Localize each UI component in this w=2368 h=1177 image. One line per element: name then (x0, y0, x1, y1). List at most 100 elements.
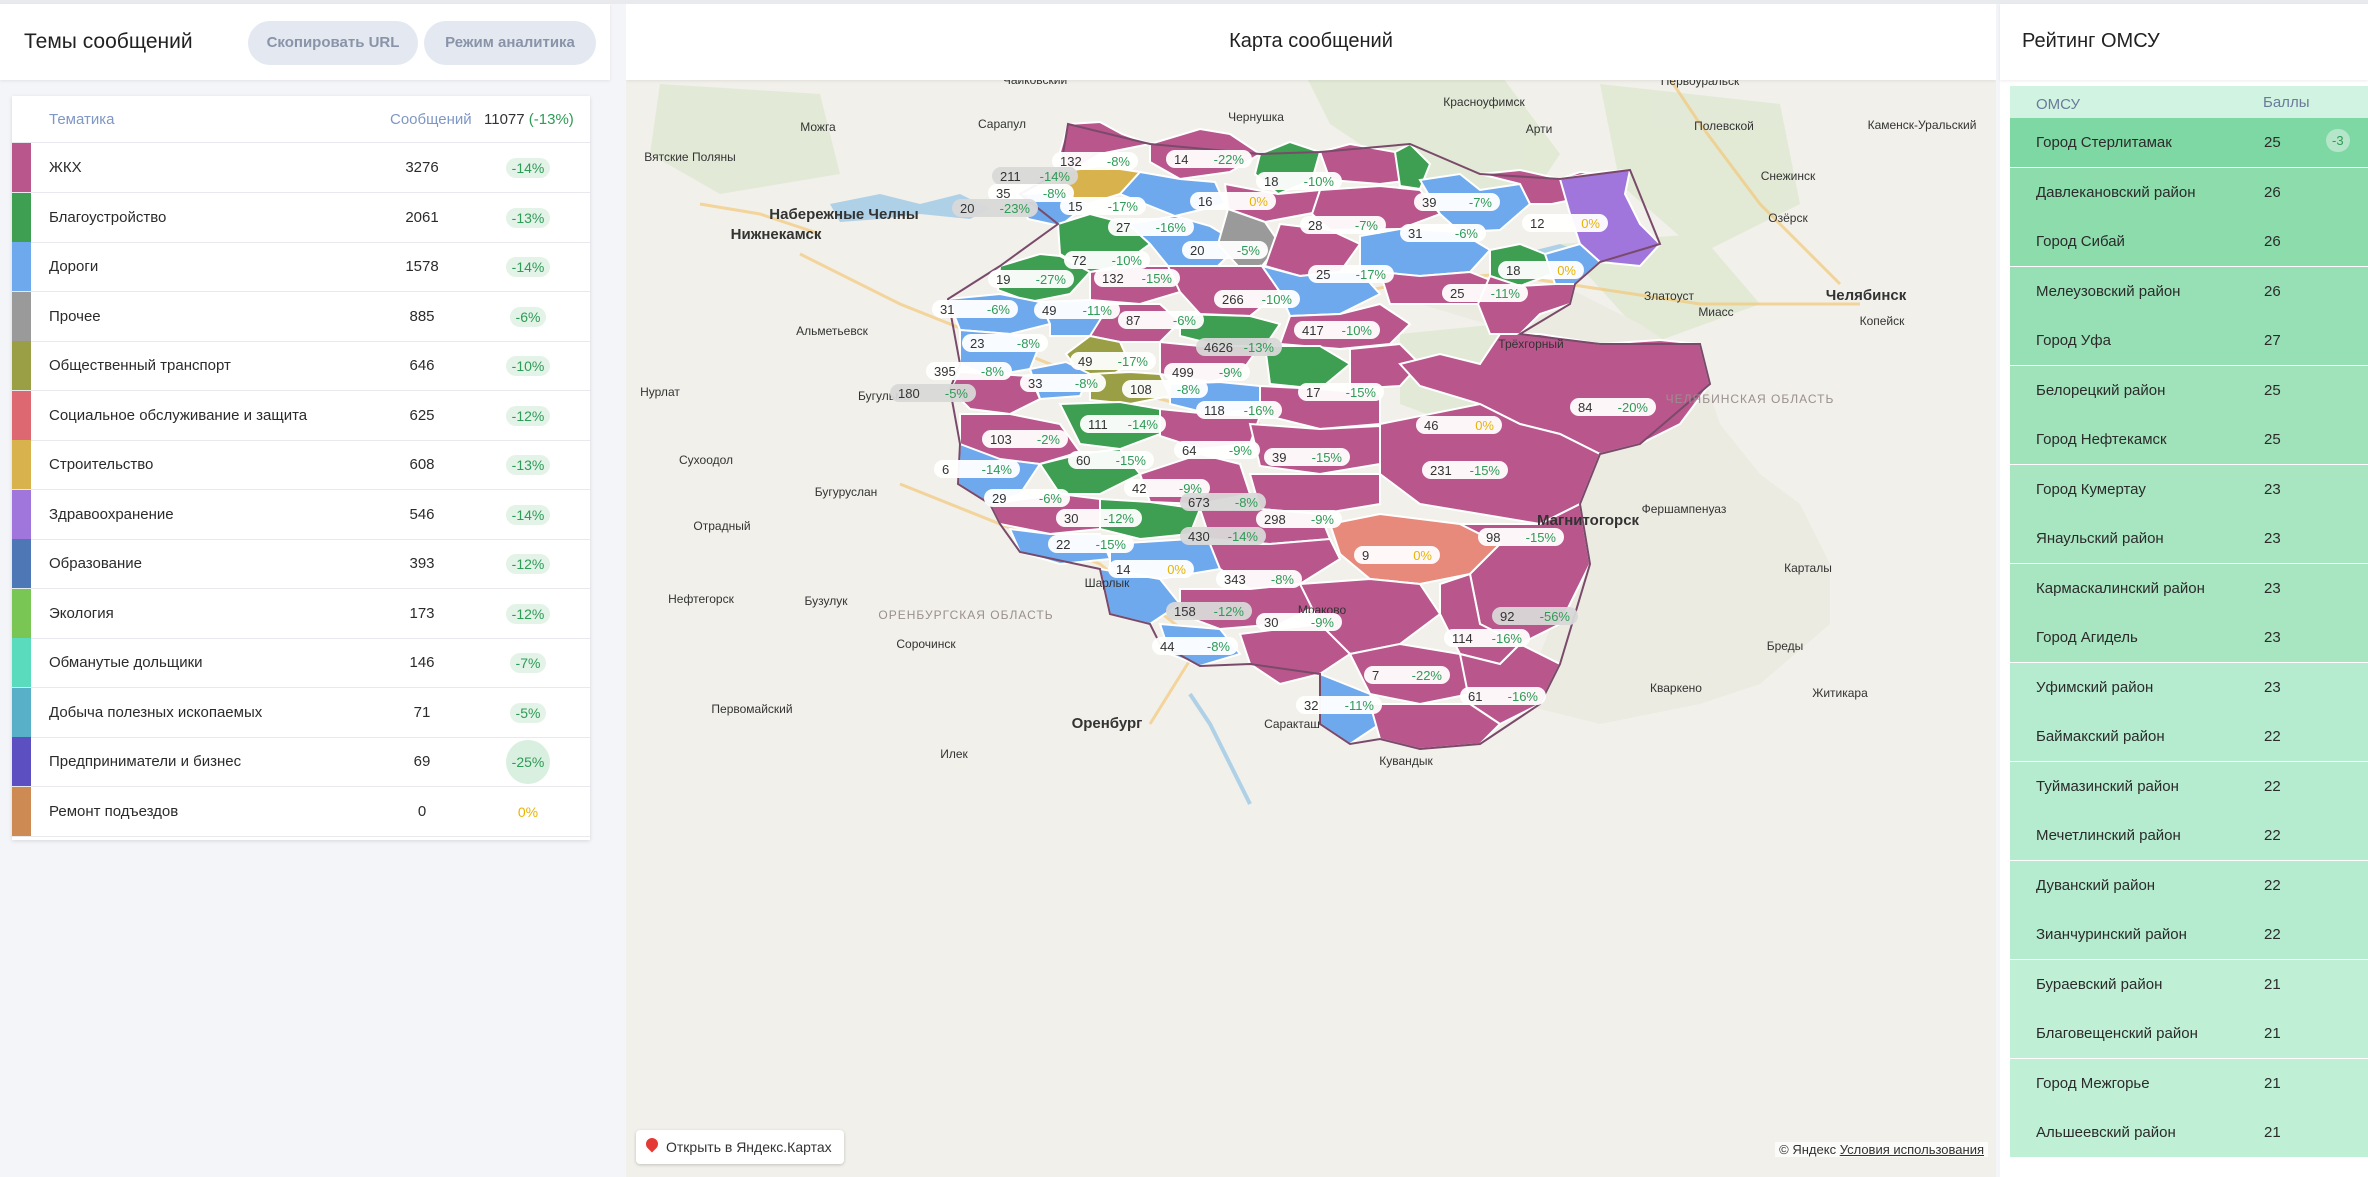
rating-row[interactable]: Город Кумертау 23 (2010, 464, 2368, 515)
region-message-label[interactable]: 25 -11% (1442, 284, 1528, 302)
column-header-omsu[interactable]: ОМСУ (2036, 96, 2080, 113)
topic-row[interactable]: Обманутые дольщики 146 -7% (12, 638, 590, 688)
rating-row[interactable]: Мелеузовский район 26 (2010, 266, 2368, 317)
region-message-label[interactable]: 132 -15% (1094, 269, 1180, 287)
open-in-yandex-maps-button[interactable]: Открыть в Яндекс.Картах (636, 1130, 844, 1164)
region-message-label[interactable]: 46 0% (1416, 416, 1502, 434)
topic-row[interactable]: Ремонт подъездов 0 0% (12, 786, 590, 837)
topic-row[interactable]: Экология 173 -12% (12, 588, 590, 639)
rating-row[interactable]: Город Сибай 26 (2010, 217, 2368, 267)
analyst-mode-button[interactable]: Режим аналитика (424, 21, 596, 65)
column-header-theme[interactable]: Тематика (49, 111, 114, 128)
topic-row[interactable]: Дороги 1578 -14% (12, 242, 590, 292)
region-message-label[interactable]: 18 -10% (1256, 172, 1342, 190)
topic-row[interactable]: Прочее 885 -6% (12, 291, 590, 342)
topic-row[interactable]: Предприниматели и бизнес 69 -25% (12, 737, 590, 787)
region-message-label[interactable]: 61 -16% (1460, 687, 1546, 705)
region-message-label[interactable]: 84 -20% (1570, 398, 1656, 416)
region-message-label[interactable]: 118 -16% (1196, 401, 1282, 419)
region-message-label[interactable]: 44 -8% (1152, 637, 1238, 655)
region-message-label[interactable]: 14 0% (1108, 560, 1194, 578)
rating-row[interactable]: Давлекановский район 26 (2010, 167, 2368, 218)
region-message-label[interactable]: 108 -8% (1122, 380, 1208, 398)
rating-row[interactable]: Баймакский район 22 (2010, 712, 2368, 762)
rating-row[interactable]: Мечетлинский район 22 (2010, 811, 2368, 861)
rating-row[interactable]: Туймазинский район 22 (2010, 761, 2368, 812)
rating-row[interactable]: Дуванский район 22 (2010, 860, 2368, 911)
region-message-label[interactable]: 28 -7% (1300, 216, 1386, 234)
region-message-label[interactable]: 20 -23% (952, 199, 1038, 217)
region-message-label[interactable]: 19 -27% (988, 270, 1074, 288)
region-message-label[interactable]: 430 -14% (1180, 527, 1266, 545)
rating-row[interactable]: Благовещенский район 21 (2010, 1009, 2368, 1059)
region-message-label[interactable]: 211 -14% (992, 167, 1078, 185)
topic-row[interactable]: Строительство 608 -13% (12, 440, 590, 490)
topic-row[interactable]: Благоустройство 2061 -13% (12, 192, 590, 243)
rating-row[interactable]: Белорецкий район 25 (2010, 365, 2368, 416)
region-message-label[interactable]: 17 -15% (1298, 383, 1384, 401)
region-message-label[interactable]: 29 -6% (984, 489, 1070, 507)
region-message-label[interactable]: 30 -9% (1256, 613, 1342, 631)
rating-row[interactable]: Зианчуринский район 22 (2010, 910, 2368, 960)
region-message-label[interactable]: 4626 -13% (1196, 338, 1282, 356)
region-message-label[interactable]: 92 -56% (1492, 607, 1578, 625)
topic-row[interactable]: Здравоохранение 546 -14% (12, 489, 590, 540)
region-message-label[interactable]: 16 0% (1190, 192, 1276, 210)
region-message-label[interactable]: 9 0% (1354, 546, 1440, 564)
region-message-label[interactable]: 31 -6% (1400, 224, 1486, 242)
region-message-label[interactable]: 499 -9% (1164, 363, 1250, 381)
region-message-label[interactable]: 158 -12% (1166, 602, 1252, 620)
region-message-label[interactable]: 417 -10% (1294, 321, 1380, 339)
region-message-label[interactable]: 114 -16% (1444, 629, 1530, 647)
copy-url-button[interactable]: Скопировать URL (248, 21, 418, 65)
region-message-label[interactable]: 25 -17% (1308, 265, 1394, 283)
rating-row[interactable]: Альшеевский район 21 (2010, 1108, 2368, 1158)
region-message-label[interactable]: 395 -8% (926, 362, 1012, 380)
rating-row[interactable]: Город Уфа 27 (2010, 316, 2368, 366)
region-message-label[interactable]: 64 -9% (1174, 441, 1260, 459)
topic-row[interactable]: Общественный транспорт 646 -10% (12, 341, 590, 391)
rating-row[interactable]: Кармаскалинский район 23 (2010, 563, 2368, 614)
messages-map[interactable]: ИжевскЧайковскийЕкатеринбургПервоуральск… (626, 4, 1996, 1177)
map-canvas[interactable]: ИжевскЧайковскийЕкатеринбургПервоуральск… (626, 4, 1996, 1177)
rating-row[interactable]: Бураевский район 21 (2010, 959, 2368, 1010)
region-message-label[interactable]: 231 -15% (1422, 461, 1508, 479)
region-message-label[interactable]: 111 -14% (1080, 415, 1166, 433)
region-message-label[interactable]: 23 -8% (962, 334, 1048, 352)
rating-row[interactable]: Янаульский район 23 (2010, 514, 2368, 564)
region-message-label[interactable]: 98 -15% (1478, 528, 1564, 546)
rating-row[interactable]: Уфимский район 23 (2010, 662, 2368, 713)
region-message-label[interactable]: 39 -15% (1264, 448, 1350, 466)
region-message-label[interactable]: 49 -11% (1034, 301, 1120, 319)
region-message-label[interactable]: 72 -10% (1064, 251, 1150, 269)
region-message-label[interactable]: 180 -5% (890, 384, 976, 402)
region-message-label[interactable]: 87 -6% (1118, 311, 1204, 329)
region-message-label[interactable]: 18 0% (1498, 261, 1584, 279)
region-message-label[interactable]: 6 -14% (934, 460, 1020, 478)
region-message-label[interactable]: 12 0% (1522, 214, 1608, 232)
topic-row[interactable]: Добыча полезных ископаемых 71 -5% (12, 687, 590, 738)
region-message-label[interactable]: 103 -2% (982, 430, 1068, 448)
region-message-label[interactable]: 15 -17% (1060, 197, 1146, 215)
region-message-label[interactable]: 343 -8% (1216, 570, 1302, 588)
rating-row[interactable]: Город Межгорье 21 (2010, 1058, 2368, 1109)
region-message-label[interactable]: 7 -22% (1364, 666, 1450, 684)
region-message-label[interactable]: 32 -11% (1296, 696, 1382, 714)
topic-row[interactable]: Образование 393 -12% (12, 539, 590, 589)
region-message-label[interactable]: 22 -15% (1048, 535, 1134, 553)
region-message-label[interactable]: 33 -8% (1020, 374, 1106, 392)
region-message-label[interactable]: 27 -16% (1108, 218, 1194, 236)
column-header-messages[interactable]: Сообщений (390, 111, 472, 128)
region-message-label[interactable]: 49 -17% (1070, 352, 1156, 370)
region-message-label[interactable]: 39 -7% (1414, 193, 1500, 211)
region-message-label[interactable]: 60 -15% (1068, 451, 1154, 469)
region-message-label[interactable]: 673 -8% (1180, 493, 1266, 511)
region-message-label[interactable]: 14 -22% (1166, 150, 1252, 168)
region-message-label[interactable]: 31 -6% (932, 300, 1018, 318)
rating-row[interactable]: Город Стерлитамак 25 -3 (2010, 118, 2368, 168)
rating-row[interactable]: Город Агидель 23 (2010, 613, 2368, 663)
region-message-label[interactable]: 298 -9% (1256, 510, 1342, 528)
column-header-score[interactable]: Баллы (2263, 94, 2309, 111)
region-message-label[interactable]: 20 -5% (1182, 241, 1268, 259)
region-message-label[interactable]: 30 -12% (1056, 509, 1142, 527)
